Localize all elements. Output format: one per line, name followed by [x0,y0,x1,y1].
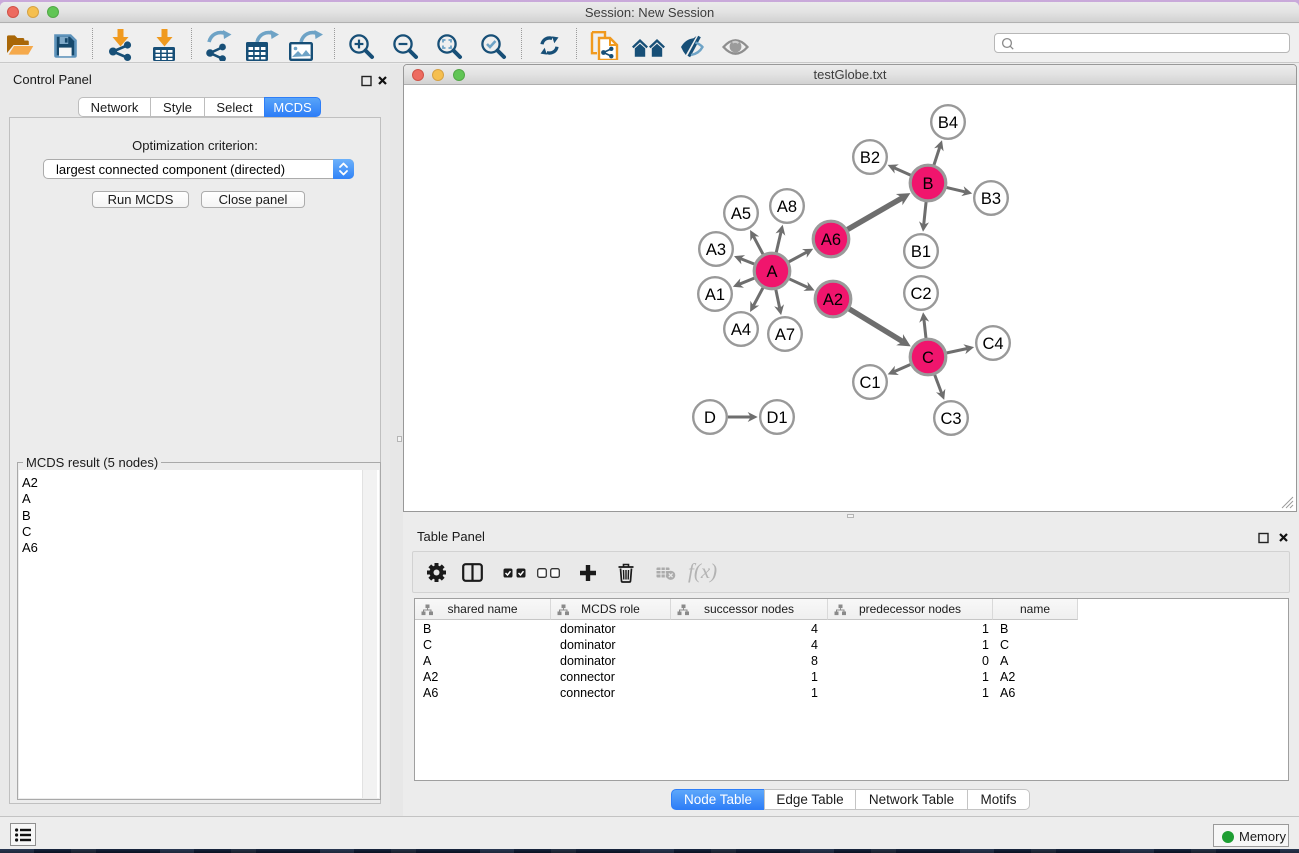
svg-text:C4: C4 [982,335,1003,353]
svg-text:C: C [922,349,934,367]
svg-text:A: A [766,263,777,281]
svg-text:B2: B2 [860,149,880,167]
svg-text:C3: C3 [940,410,961,428]
svg-text:B1: B1 [911,243,931,261]
svg-text:C1: C1 [859,374,880,392]
svg-text:D: D [704,409,716,427]
svg-text:C2: C2 [910,285,931,303]
svg-text:A1: A1 [705,286,725,304]
svg-text:A3: A3 [706,241,726,259]
svg-text:A4: A4 [731,321,751,339]
svg-text:A2: A2 [823,291,843,309]
svg-text:A7: A7 [775,326,795,344]
svg-text:A8: A8 [777,198,797,216]
svg-text:B4: B4 [938,114,958,132]
svg-text:B3: B3 [981,190,1001,208]
svg-text:A5: A5 [731,205,751,223]
svg-text:B: B [922,175,933,193]
svg-text:D1: D1 [766,409,787,427]
svg-text:A6: A6 [821,231,841,249]
